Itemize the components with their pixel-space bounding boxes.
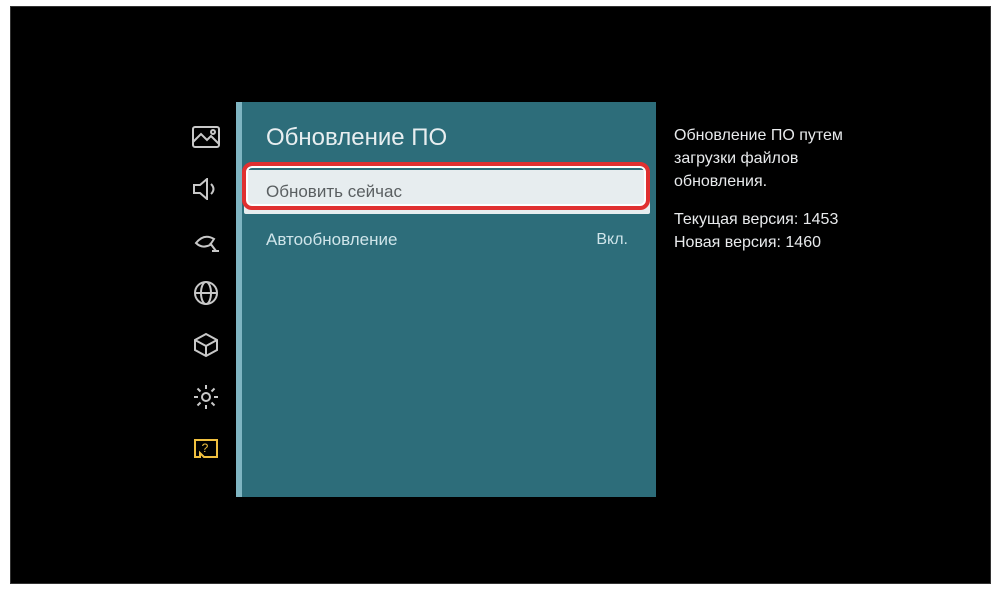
description-line: Обновление ПО путем [674, 124, 862, 147]
sidebar-item-settings[interactable] [186, 384, 226, 414]
picture-icon [192, 126, 220, 153]
cube-icon [193, 332, 219, 363]
menu-item-update-now[interactable]: Обновить сейчас [244, 170, 650, 214]
description-panel: Обновление ПО путем загрузки файлов обно… [656, 102, 876, 497]
sidebar-item-picture[interactable] [186, 124, 226, 154]
globe-icon [193, 280, 219, 311]
menu-item-value: Вкл. [596, 231, 628, 249]
menu-item-label: Автообновление [266, 230, 397, 250]
window-frame: ? Обновление ПО Обновить сейчас Автообно… [10, 6, 991, 584]
gear-icon [193, 384, 219, 415]
main-panel: Обновление ПО Обновить сейчас Автообновл… [236, 102, 656, 497]
current-version-label: Текущая версия: [674, 211, 798, 228]
sidebar-item-broadcast[interactable] [186, 228, 226, 258]
current-version-row: Текущая версия: 1453 [674, 208, 862, 231]
tv-settings-screen: ? Обновление ПО Обновить сейчас Автообно… [176, 102, 876, 497]
support-icon: ? [192, 437, 220, 466]
sidebar-item-network[interactable] [186, 280, 226, 310]
menu-item-auto-update[interactable]: Автообновление Вкл. [236, 218, 656, 262]
sidebar-item-system[interactable] [186, 332, 226, 362]
new-version-label: Новая версия: [674, 234, 781, 251]
sidebar-item-support[interactable]: ? [186, 436, 226, 466]
sidebar-item-sound[interactable] [186, 176, 226, 206]
description-line: обновления. [674, 170, 862, 193]
speaker-icon [192, 178, 220, 205]
current-version-value: 1453 [803, 211, 839, 228]
accent-bar [236, 102, 242, 497]
menu-item-label: Обновить сейчас [266, 182, 402, 202]
new-version-value: 1460 [785, 234, 821, 251]
page-title: Обновление ПО [236, 120, 656, 170]
description-line: загрузки файлов [674, 147, 862, 170]
settings-sidebar: ? [176, 102, 236, 497]
svg-text:?: ? [202, 441, 209, 455]
new-version-row: Новая версия: 1460 [674, 231, 862, 254]
satellite-icon [192, 229, 220, 258]
